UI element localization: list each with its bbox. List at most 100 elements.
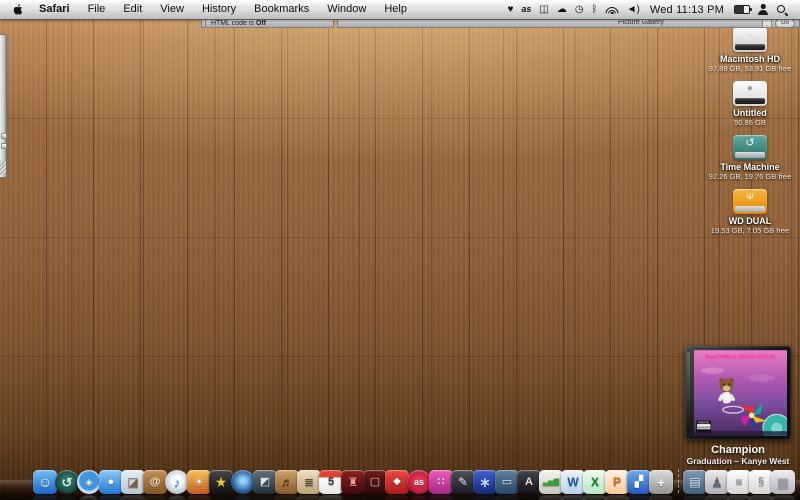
dock-news-app-icon[interactable]: ≣ bbox=[297, 470, 321, 494]
dock-ical-icon[interactable]: 5 bbox=[319, 470, 343, 494]
drive-emblem-icon: ↺ bbox=[745, 137, 755, 149]
resize-grip[interactable] bbox=[0, 161, 6, 175]
book-icon[interactable]: ◫ bbox=[539, 0, 548, 19]
dock-trash-icon[interactable]: ▦ bbox=[771, 470, 795, 494]
sliver-button[interactable] bbox=[1, 133, 7, 139]
dock-numbers-icon[interactable]: ▃▅▇ bbox=[539, 470, 563, 494]
time-machine-glyph: ↺ bbox=[61, 474, 73, 490]
menu-bar: Safari File Edit View History Bookmarks Window… bbox=[0, 0, 800, 20]
drive-size-label: 50.86 GB bbox=[734, 118, 766, 127]
red-app-glyph: ◆ bbox=[393, 476, 401, 487]
menu-safari[interactable]: Safari bbox=[30, 0, 79, 19]
menu-help[interactable]: Help bbox=[375, 0, 416, 19]
itunes-glyph: ♪ bbox=[173, 474, 181, 490]
html-code-strip[interactable]: HTML code is Off bbox=[201, 19, 334, 28]
drive-label: WD DUAL bbox=[728, 216, 772, 226]
dock-lastfm-icon[interactable]: as bbox=[407, 470, 431, 494]
desktop-screen: { "menu_bar": { "menus": ["Safari","File… bbox=[0, 0, 800, 500]
dock-dvd-player-icon[interactable]: ○ bbox=[231, 470, 255, 494]
drive-icon[interactable]: ↺ bbox=[733, 135, 767, 160]
dock-wizard-app-icon[interactable]: ∗ bbox=[473, 470, 497, 494]
bluetooth-icon[interactable]: ᛒ bbox=[592, 0, 598, 19]
dock-pages-icon[interactable]: A bbox=[517, 470, 541, 494]
numbers-glyph: ▃▅▇ bbox=[542, 478, 560, 486]
certificate-stack-glyph: § bbox=[757, 475, 765, 488]
pen-app-glyph: ✎ bbox=[457, 475, 469, 489]
dock-iphoto-icon[interactable]: ☀ bbox=[187, 470, 211, 494]
battery-icon[interactable] bbox=[734, 5, 752, 14]
wifi-icon[interactable] bbox=[605, 5, 619, 14]
dock-itunes-icon[interactable]: ♪ bbox=[165, 470, 189, 494]
menu-history[interactable]: History bbox=[193, 0, 245, 19]
now-playing-widget[interactable]: KanYeWest GRADUATION PARENTAL ADVISORY C… bbox=[682, 346, 794, 466]
dock-icon-row: ☺ ↺ ◈ ● ◪ @ ♪ ☀ ★ ○ ◩ ♬ ≣ 5 ♜ ▢ ◆ as ∷ ✎ ∗ ▭ A ▃▅▇ W X P ▞ + ▤ ♟ ≡ § ▦ bbox=[14, 468, 800, 494]
desktop-drive-untitled[interactable]: ◆ Untitled 50.86 GB bbox=[704, 81, 796, 135]
dock-preview-icon[interactable]: ◪ bbox=[121, 470, 145, 494]
sliver-button[interactable] bbox=[1, 143, 7, 149]
dock-star-app-icon[interactable]: ★ bbox=[209, 470, 233, 494]
svg-text:PARENTAL: PARENTAL bbox=[698, 422, 710, 425]
dock-spaces-app-icon[interactable]: + bbox=[649, 470, 673, 494]
star-app-glyph: ★ bbox=[214, 474, 228, 490]
powerpoint-glyph: P bbox=[612, 475, 621, 489]
menu-bookmarks[interactable]: Bookmarks bbox=[245, 0, 318, 19]
dock-red-app-icon[interactable]: ◆ bbox=[385, 470, 409, 494]
drive-icon[interactable]: Ψ bbox=[733, 189, 767, 214]
dock-safari-icon[interactable]: ◈ bbox=[77, 470, 101, 494]
dock-finder-icon[interactable]: ☺ bbox=[33, 470, 57, 494]
dock-document-stack-icon[interactable]: ≡ bbox=[727, 470, 751, 494]
user-switch-icon[interactable] bbox=[758, 4, 768, 15]
drive-label: Time Machine bbox=[720, 162, 780, 172]
dock-excel-icon[interactable]: X bbox=[583, 470, 607, 494]
menu-bar-clock[interactable]: Wed 11:13 PM bbox=[648, 4, 726, 16]
sync-clock-icon[interactable]: ◷ bbox=[575, 0, 584, 19]
spaces-app-glyph: + bbox=[657, 474, 665, 490]
dock-theater-app-icon[interactable]: ▢ bbox=[363, 470, 387, 494]
chat-bubble-icon[interactable]: ☁ bbox=[557, 0, 567, 19]
dock-address-book-icon[interactable]: @ bbox=[143, 470, 167, 494]
dock-ichat-icon[interactable]: ● bbox=[99, 470, 123, 494]
dock-magenta-app-icon[interactable]: ∷ bbox=[429, 470, 453, 494]
menu-file[interactable]: File bbox=[79, 0, 115, 19]
spotlight-icon[interactable] bbox=[776, 4, 788, 16]
drive-icon[interactable]: ◆ bbox=[733, 81, 767, 106]
dock: ☺ ↺ ◈ ● ◪ @ ♪ ☀ ★ ○ ◩ ♬ ≣ 5 ♜ ▢ ◆ as ∷ ✎ ∗ ▭ A ▃▅▇ W X P ▞ + ▤ ♟ ≡ § ▦ bbox=[0, 454, 800, 500]
drive-emblem-icon: Ψ bbox=[746, 192, 754, 202]
dock-front-row-icon[interactable]: ♜ bbox=[341, 470, 365, 494]
imovie-glyph: ◩ bbox=[259, 475, 271, 488]
dock-word-icon[interactable]: W bbox=[561, 470, 585, 494]
dock-pen-app-icon[interactable]: ✎ bbox=[451, 470, 475, 494]
menu-view[interactable]: View bbox=[151, 0, 193, 19]
gallery-strip[interactable]: Picture Gallery ⌃ ⌄ Go bbox=[337, 18, 800, 28]
menu-edit[interactable]: Edit bbox=[114, 0, 151, 19]
apple-menu[interactable] bbox=[0, 3, 30, 16]
menu-list: Safari File Edit View History Bookmarks Window… bbox=[30, 0, 416, 19]
address-book-glyph: @ bbox=[149, 475, 161, 488]
volume-icon[interactable]: ◄) bbox=[627, 0, 640, 19]
dvd-player-glyph: ○ bbox=[240, 476, 246, 487]
dock-keynote-icon[interactable]: ▭ bbox=[495, 470, 519, 494]
heart-icon[interactable]: ♥ bbox=[507, 0, 513, 19]
parental-advisory-label: PARENTAL ADVISORY bbox=[696, 420, 712, 433]
dock-messenger-icon[interactable]: ▞ bbox=[627, 470, 651, 494]
desktop-drive-macintosh-hd[interactable]: ∙ Macintosh HD 97.88 GB, 53.91 GB free bbox=[704, 27, 796, 81]
garageband-glyph: ♬ bbox=[281, 475, 293, 489]
desktop-drive-time-machine[interactable]: ↺ Time Machine 92.26 GB, 19.76 GB free bbox=[704, 135, 796, 189]
dock-certificate-stack-icon[interactable]: § bbox=[749, 470, 773, 494]
lastfm-scrobbler-icon[interactable]: as bbox=[521, 0, 531, 19]
dock-garageband-icon[interactable]: ♬ bbox=[275, 470, 299, 494]
dock-downloads-stack-icon[interactable]: ▤ bbox=[683, 470, 707, 494]
drive-icon[interactable]: ∙ bbox=[733, 27, 767, 52]
drive-face-band bbox=[735, 206, 765, 212]
offscreen-window-edge[interactable] bbox=[0, 34, 7, 178]
menu-bar-status: ♥ as ◫ ☁ ◷ ᛒ ◄) Wed 11:13 PM bbox=[507, 0, 800, 19]
dock-imovie-icon[interactable]: ◩ bbox=[253, 470, 277, 494]
menu-window[interactable]: Window bbox=[318, 0, 375, 19]
dock-time-machine-icon[interactable]: ↺ bbox=[55, 470, 79, 494]
desktop-drive-wd-dual[interactable]: Ψ WD DUAL 19.53 GB, 7.05 GB free bbox=[704, 189, 796, 243]
dock-powerpoint-icon[interactable]: P bbox=[605, 470, 629, 494]
messenger-glyph: ▞ bbox=[634, 475, 644, 488]
dock-documents-stack-icon[interactable]: ♟ bbox=[705, 470, 729, 494]
graduation-album-art: KanYeWest GRADUATION PARENTAL ADVISORY bbox=[694, 350, 787, 436]
drive-face-band bbox=[735, 44, 765, 50]
